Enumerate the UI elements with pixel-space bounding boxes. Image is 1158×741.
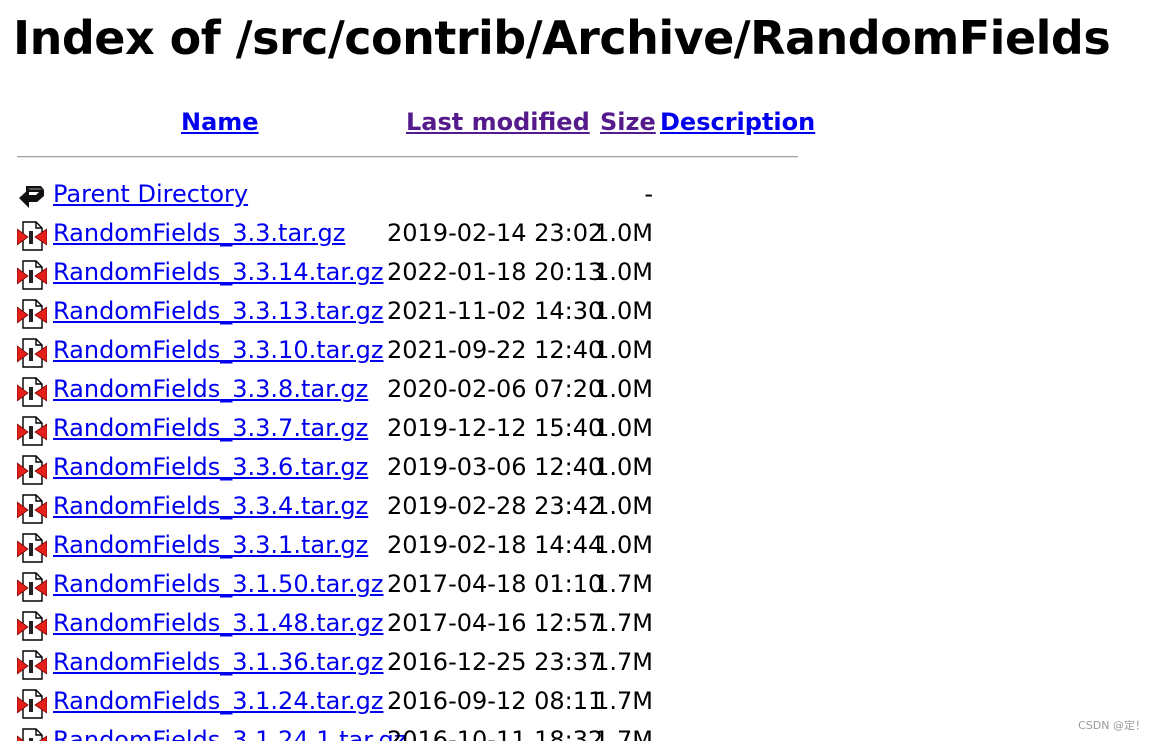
compressed-file-icon <box>16 260 48 290</box>
file-row: RandomFields_3.1.24.tar.gz 2016-09-12 08:… <box>0 683 700 722</box>
parent-size: - <box>644 180 653 208</box>
column-header-name[interactable]: Name <box>181 106 259 138</box>
file-size: 1.0M <box>594 375 653 403</box>
file-last-modified: 2019-02-28 23:42 <box>387 492 604 520</box>
file-link[interactable]: RandomFields_3.3.7.tar.gz <box>53 412 368 444</box>
parent-directory-link[interactable]: Parent Directory <box>53 178 248 210</box>
column-header-description[interactable]: Description <box>660 106 815 138</box>
file-row: RandomFields_3.3.13.tar.gz 2021-11-02 14:… <box>0 293 700 332</box>
compressed-file-icon <box>16 416 48 446</box>
file-row: RandomFields_3.3.6.tar.gz 2019-03-06 12:4… <box>0 449 700 488</box>
page-title: Index of /src/contrib/Archive/RandomFiel… <box>13 11 1111 65</box>
compressed-file-icon <box>16 338 48 368</box>
file-row: RandomFields_3.3.1.tar.gz 2019-02-18 14:4… <box>0 527 700 566</box>
file-size: 1.0M <box>594 414 653 442</box>
compressed-file-icon <box>16 377 48 407</box>
compressed-file-icon <box>16 728 48 741</box>
compressed-file-icon <box>16 533 48 563</box>
file-last-modified: 2017-04-18 01:10 <box>387 570 604 598</box>
file-size: 1.7M <box>594 648 653 676</box>
file-last-modified: 2016-10-11 18:32 <box>387 726 604 741</box>
file-last-modified: 2017-04-16 12:57 <box>387 609 604 637</box>
file-link[interactable]: RandomFields_3.1.48.tar.gz <box>53 607 383 639</box>
file-row: RandomFields_3.3.tar.gz 2019-02-14 23:02 1… <box>0 215 700 254</box>
file-last-modified: 2016-09-12 08:11 <box>387 687 604 715</box>
parent-directory-row: Parent Directory - <box>0 176 700 215</box>
file-last-modified: 2016-12-25 23:37 <box>387 648 604 676</box>
file-row: RandomFields_3.1.50.tar.gz 2017-04-18 01:… <box>0 566 700 605</box>
file-row: RandomFields_3.3.7.tar.gz 2019-12-12 15:4… <box>0 410 700 449</box>
file-link[interactable]: RandomFields_3.3.10.tar.gz <box>53 334 383 366</box>
file-row: RandomFields_3.3.8.tar.gz 2020-02-06 07:2… <box>0 371 700 410</box>
file-link[interactable]: RandomFields_3.3.8.tar.gz <box>53 373 368 405</box>
compressed-file-icon <box>16 611 48 641</box>
file-link[interactable]: RandomFields_3.1.24.tar.gz <box>53 685 383 717</box>
file-link[interactable]: RandomFields_3.1.50.tar.gz <box>53 568 383 600</box>
file-size: 1.7M <box>594 726 653 741</box>
file-last-modified: 2019-03-06 12:40 <box>387 453 604 481</box>
file-size: 1.7M <box>594 570 653 598</box>
file-size: 1.0M <box>594 219 653 247</box>
compressed-file-icon <box>16 572 48 602</box>
header-divider <box>17 156 798 158</box>
compressed-file-icon <box>16 689 48 719</box>
file-link[interactable]: RandomFields_3.3.1.tar.gz <box>53 529 368 561</box>
compressed-file-icon <box>16 221 48 251</box>
file-last-modified: 2021-09-22 12:40 <box>387 336 604 364</box>
file-link[interactable]: RandomFields_3.3.6.tar.gz <box>53 451 368 483</box>
file-last-modified: 2022-01-18 20:13 <box>387 258 604 286</box>
file-size: 1.7M <box>594 687 653 715</box>
file-size: 1.0M <box>594 258 653 286</box>
watermark: CSDN @定！ <box>1078 719 1146 732</box>
file-link[interactable]: RandomFields_3.1.36.tar.gz <box>53 646 383 678</box>
column-header-size[interactable]: Size <box>600 106 656 138</box>
column-header-last-modified[interactable]: Last modified <box>406 106 590 138</box>
file-link[interactable]: RandomFields_3.3.13.tar.gz <box>53 295 383 327</box>
file-link[interactable]: RandomFields_3.3.4.tar.gz <box>53 490 368 522</box>
file-last-modified: 2019-02-18 14:44 <box>387 531 604 559</box>
file-link[interactable]: RandomFields_3.3.14.tar.gz <box>53 256 383 288</box>
back-arrow-icon <box>17 182 45 212</box>
file-last-modified: 2020-02-06 07:20 <box>387 375 604 403</box>
file-size: 1.0M <box>594 297 653 325</box>
file-size: 1.0M <box>594 492 653 520</box>
compressed-file-icon <box>16 299 48 329</box>
file-link[interactable]: RandomFields_3.3.tar.gz <box>53 217 345 249</box>
file-row: RandomFields_3.1.48.tar.gz 2017-04-16 12:… <box>0 605 700 644</box>
file-row: RandomFields_3.3.14.tar.gz 2022-01-18 20:… <box>0 254 700 293</box>
file-last-modified: 2021-11-02 14:30 <box>387 297 604 325</box>
file-row: RandomFields_3.1.36.tar.gz 2016-12-25 23:… <box>0 644 700 683</box>
file-size: 1.0M <box>594 453 653 481</box>
file-row: RandomFields_3.1.24.1.tar.gz 2016-10-11 1… <box>0 722 700 741</box>
file-row: RandomFields_3.3.4.tar.gz 2019-02-28 23:4… <box>0 488 700 527</box>
compressed-file-icon <box>16 650 48 680</box>
compressed-file-icon <box>16 455 48 485</box>
file-size: 1.0M <box>594 336 653 364</box>
file-size: 1.0M <box>594 531 653 559</box>
file-last-modified: 2019-12-12 15:40 <box>387 414 604 442</box>
file-link[interactable]: RandomFields_3.1.24.1.tar.gz <box>53 724 406 741</box>
file-size: 1.7M <box>594 609 653 637</box>
compressed-file-icon <box>16 494 48 524</box>
file-last-modified: 2019-02-14 23:02 <box>387 219 604 247</box>
file-row: RandomFields_3.3.10.tar.gz 2021-09-22 12:… <box>0 332 700 371</box>
